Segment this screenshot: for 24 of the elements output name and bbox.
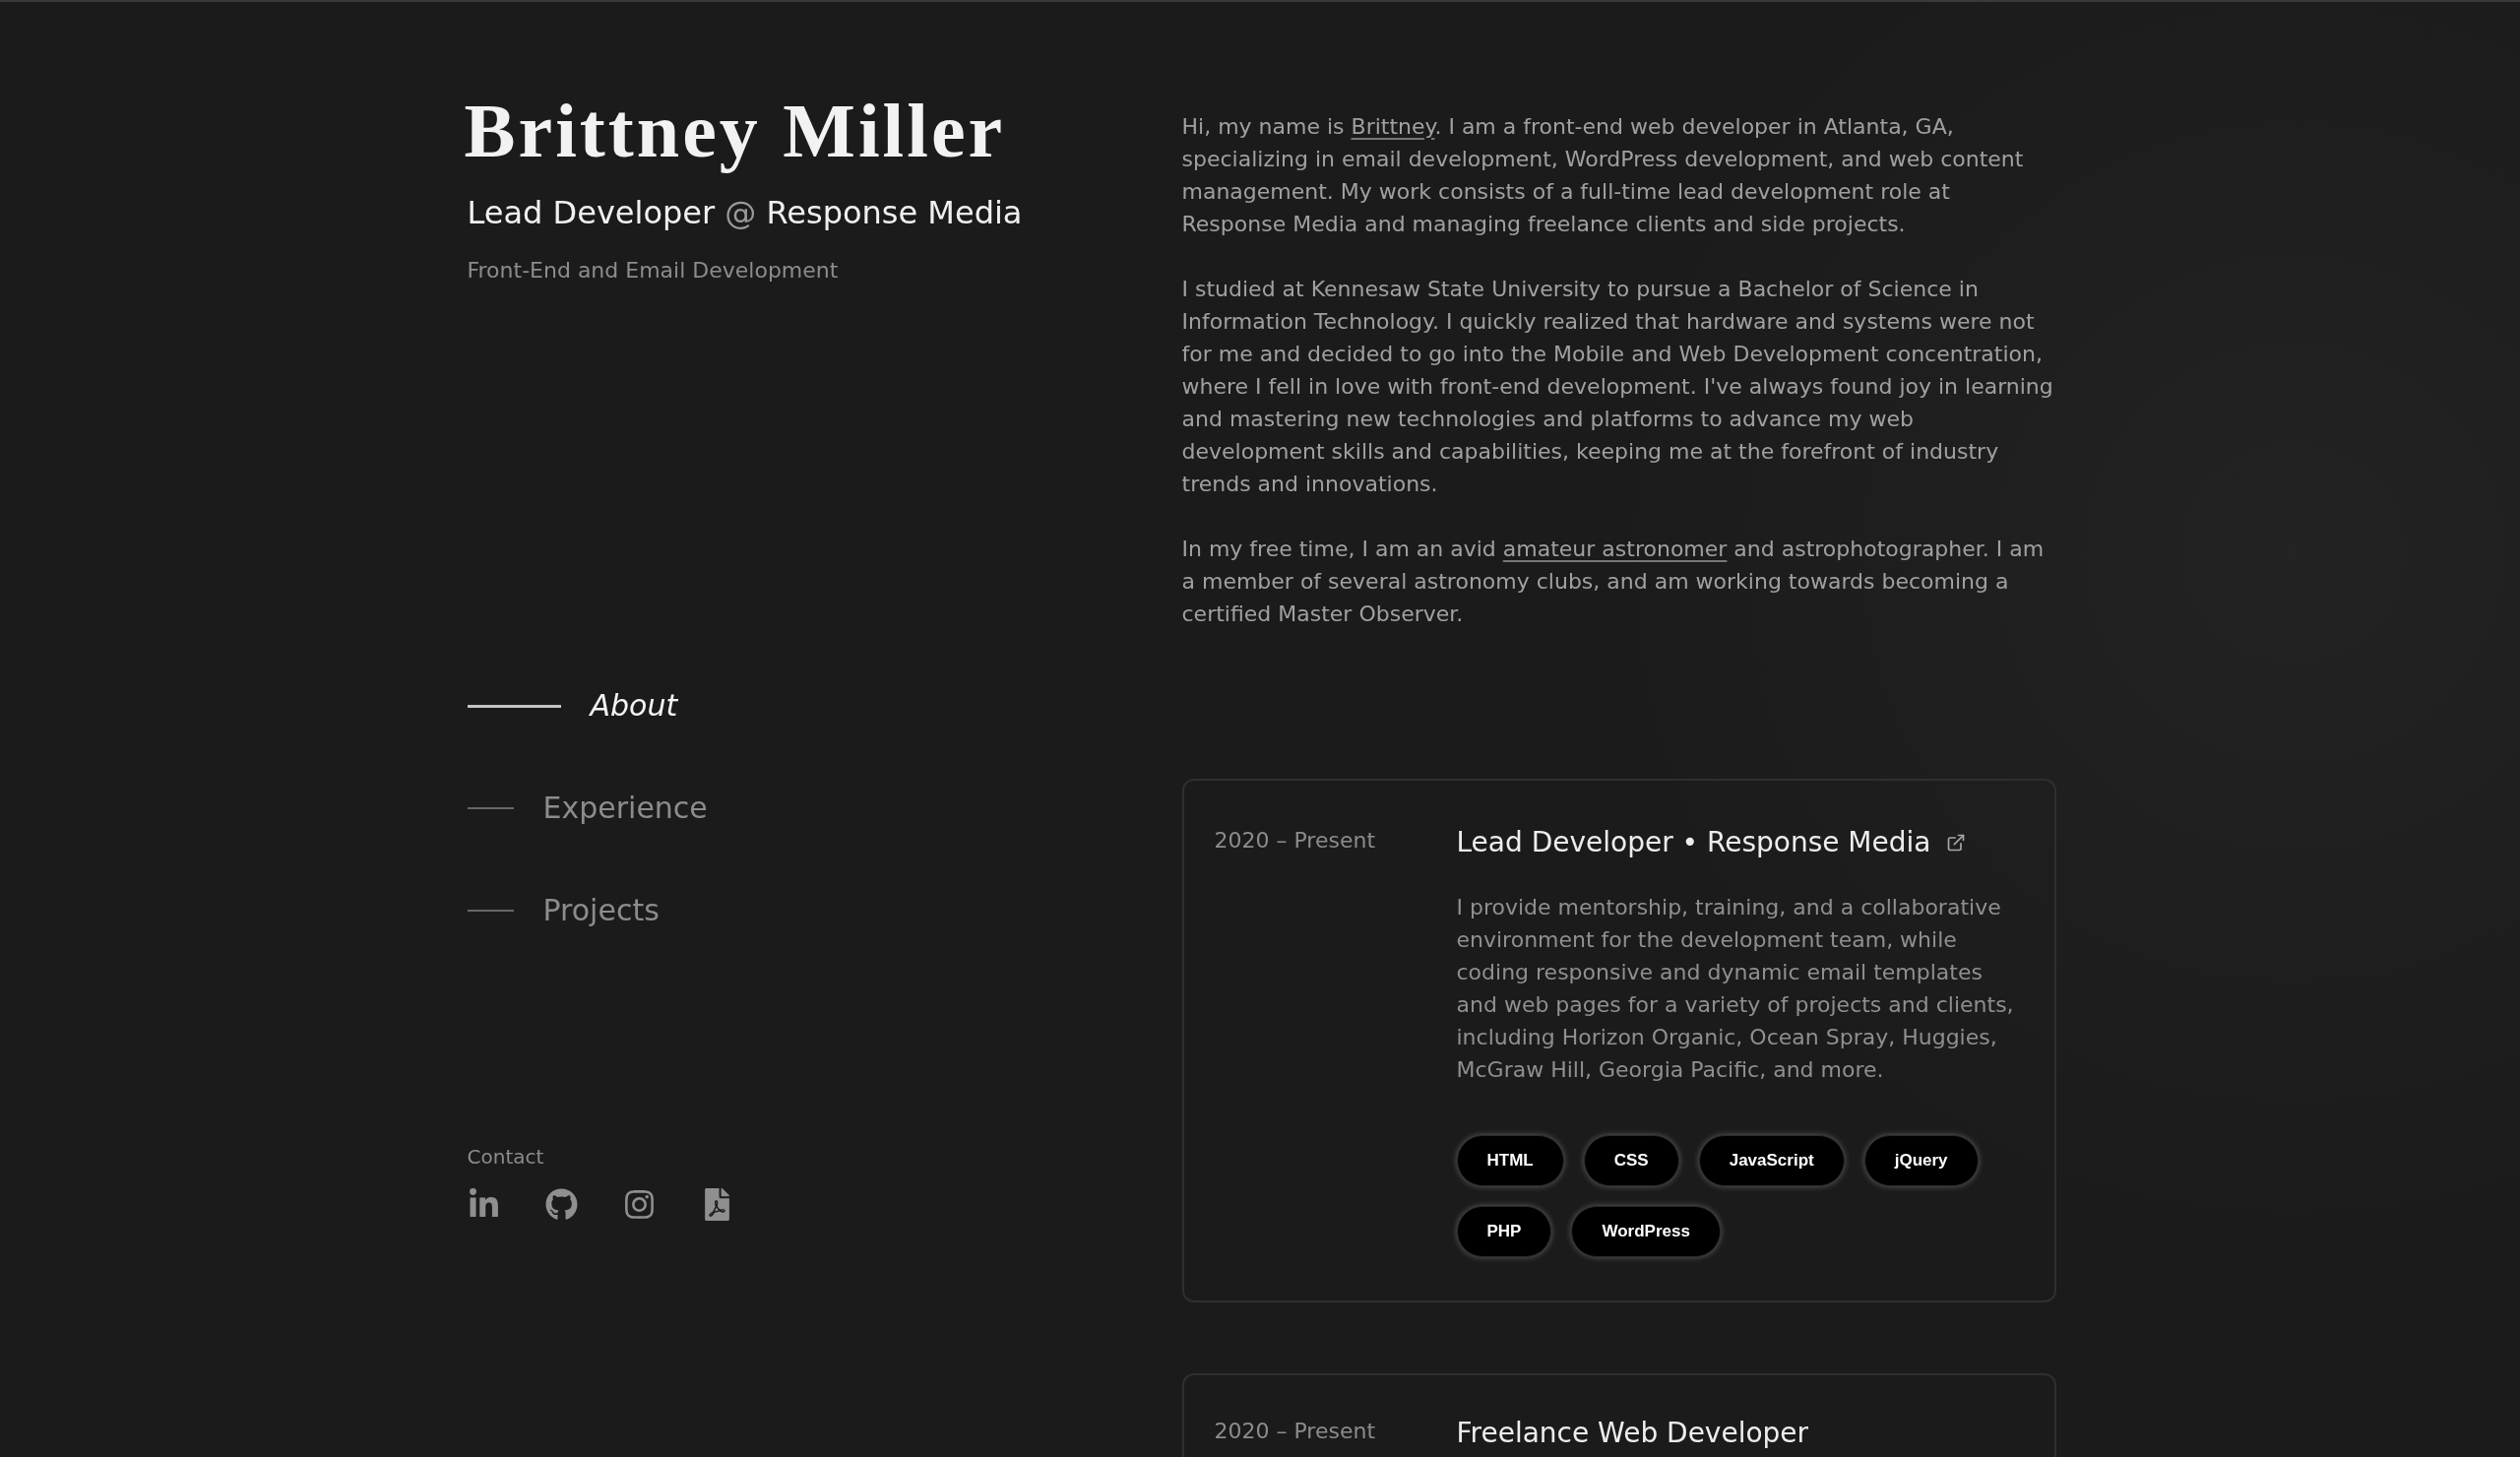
nav-link[interactable]: About	[467, 688, 678, 724]
job-headline: Lead Developer @ Response Media	[467, 194, 1023, 231]
skill-tag: HTML	[1456, 1135, 1564, 1186]
date-range: 2020 – Present	[1214, 1418, 1376, 1445]
text-link[interactable]: Brittney	[1351, 114, 1435, 139]
about-paragraph: Hi, my name is Brittney. I am a front-end web developer in Atlanta, GA, specializing in email development, WordPress development, and web content management. My work consists of a full-time lead development role at Response Media and managing freelance clients and side projects.	[1181, 113, 2025, 238]
job-title-link[interactable]: Freelance Web Developer	[1456, 1415, 1809, 1452]
about-paragraph: In my free time, I am an avid amateur astronomer and astrophotographer. I am a member of several astronomy clubs, and am working towards becoming a certified Master Observer.	[1181, 536, 2046, 628]
text-link[interactable]: amateur astronomer	[1502, 537, 1728, 561]
job-title-link[interactable]: Lead Developer • Response Media	[1456, 824, 1967, 861]
date-range: 2020 – Present	[1214, 827, 1376, 855]
skill-tag: JavaScript	[1698, 1135, 1845, 1186]
skill-tag: CSS	[1583, 1135, 1679, 1186]
github-icon[interactable]	[544, 1188, 578, 1221]
instagram-icon[interactable]	[622, 1188, 656, 1221]
job-description: I provide mentorship, training, and a collaborative environment for the development team, while coding responsive and dynamic email templates and web pages for a variety of projects and clients, including Horizon Organic, Ocean Spray, Huggies, McGraw Hill, Georgia Pacific, and more.	[1456, 894, 2015, 1084]
skill-tag: PHP	[1456, 1206, 1552, 1257]
tagline: Front-End and Email Development	[467, 257, 839, 285]
nav-link[interactable]: Projects	[467, 893, 660, 928]
about-paragraph: I studied at Kennesaw State University to pursue a Bachelor of Science in Information Technology. I quickly realized that hardware and systems were not for me and decided to go into the Mobile and Web Development concentration, where I fell in love with front-end development. I've always found joy in learning and mastering new technologies and platforms to advance my web development skills and capabilities, keeping me at the forefront of industry trends and innovations.	[1181, 276, 2054, 498]
skill-tag: WordPress	[1571, 1206, 1721, 1257]
contact-label: Contact	[467, 1144, 544, 1170]
skill-tag: jQuery	[1863, 1135, 1979, 1186]
nav-link[interactable]: Experience	[467, 791, 708, 826]
